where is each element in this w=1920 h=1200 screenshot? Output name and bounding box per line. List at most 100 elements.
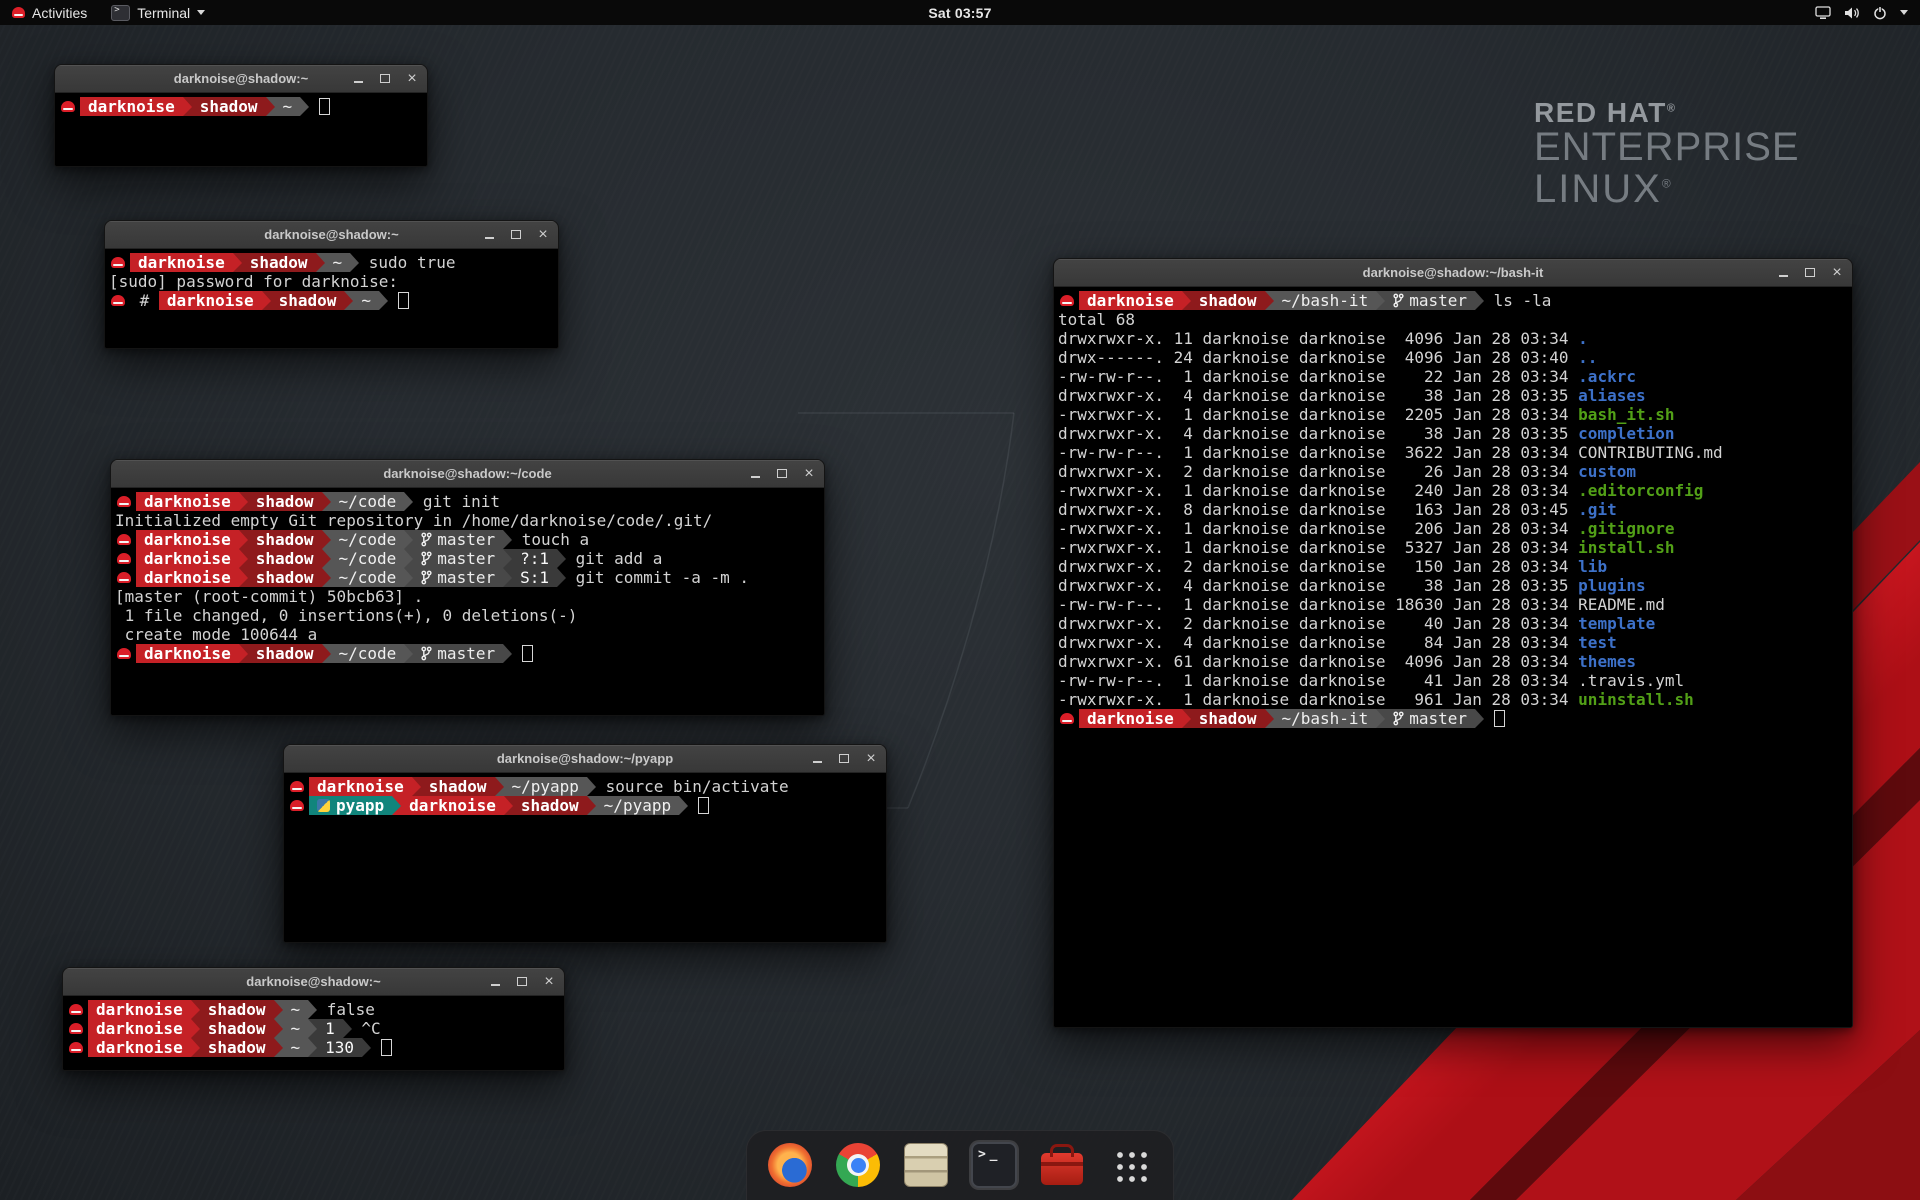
close-button[interactable]: × xyxy=(537,221,549,248)
minimize-button[interactable] xyxy=(489,968,501,995)
rhel-logo-line2: ENTERPRISE xyxy=(1534,127,1800,169)
dock-terminal[interactable] xyxy=(969,1140,1019,1190)
terminal-line: drwxrwxr-x. 4 darknoise darknoise 38 Jan… xyxy=(1058,424,1848,443)
close-button[interactable]: × xyxy=(865,745,877,772)
minimize-button[interactable] xyxy=(749,460,761,487)
terminal-cursor xyxy=(698,797,709,814)
redhat-icon xyxy=(61,101,75,112)
minimize-button[interactable] xyxy=(1777,259,1789,286)
window-titlebar[interactable]: darknoise@shadow:~/bash-it × xyxy=(1054,259,1852,287)
prompt-segment: shadow xyxy=(248,530,322,549)
minimize-button[interactable] xyxy=(483,221,495,248)
close-button[interactable]: × xyxy=(543,968,555,995)
minimize-glyph xyxy=(491,984,500,986)
clock[interactable]: Sat 03:57 xyxy=(928,5,991,21)
git-branch-icon xyxy=(1393,711,1404,726)
volume-icon[interactable] xyxy=(1844,6,1860,20)
prompt-segment: shadow xyxy=(248,549,322,568)
system-status-area[interactable] xyxy=(1815,0,1920,25)
terminal-text: .ackrc xyxy=(1578,367,1636,386)
terminal-text: drwxrwxr-x. 4 darknoise darknoise 38 Jan… xyxy=(1058,424,1578,443)
chevron-down-icon xyxy=(197,10,205,15)
powerline-arrow xyxy=(1475,709,1484,728)
prompt-segment: darknoise xyxy=(159,291,262,310)
prompt-segment: ~/code xyxy=(331,530,405,549)
terminal-line: darknoiseshadow~/bash-itmaster ls -la xyxy=(1058,291,1848,310)
maximize-button[interactable] xyxy=(379,65,391,92)
rhel-logo-line1: RED HAT® xyxy=(1534,98,1800,127)
window-controls: × xyxy=(811,745,877,772)
dock-files[interactable] xyxy=(901,1140,951,1190)
close-button[interactable]: × xyxy=(1831,259,1843,286)
maximize-button[interactable] xyxy=(510,221,522,248)
prompt-segment: darknoise xyxy=(1079,291,1182,310)
terminal-cursor xyxy=(319,98,330,115)
window-titlebar[interactable]: darknoise@shadow:~/code × xyxy=(111,460,824,488)
powerline-arrow xyxy=(308,1019,317,1038)
terminal-text: sudo true xyxy=(359,253,455,272)
activities-button[interactable]: Activities xyxy=(0,0,99,25)
app-grid-icon xyxy=(1113,1148,1147,1182)
minimize-button[interactable] xyxy=(811,745,823,772)
powerline-arrow xyxy=(183,97,192,116)
terminal-line: -rwxrwxr-x. 1 darknoise darknoise 240 Ja… xyxy=(1058,481,1848,500)
powerline-arrow xyxy=(266,97,275,116)
prompt-segment: ~/code xyxy=(331,492,405,511)
terminal-body[interactable]: darknoiseshadow~ sudo true[sudo] passwor… xyxy=(105,249,558,348)
git-branch-icon xyxy=(421,570,432,585)
close-button[interactable]: × xyxy=(406,65,418,92)
powerline-arrow xyxy=(503,549,512,568)
maximize-button[interactable] xyxy=(838,745,850,772)
powerline-arrow xyxy=(239,549,248,568)
prompt-segment: darknoise xyxy=(309,777,412,796)
chevron-down-icon[interactable] xyxy=(1900,10,1908,15)
terminal-text xyxy=(388,291,398,310)
close-button[interactable]: × xyxy=(803,460,815,487)
terminal-text: git add a xyxy=(566,549,662,568)
maximize-button[interactable] xyxy=(516,968,528,995)
chrome-icon xyxy=(836,1143,880,1187)
dock-app-grid[interactable] xyxy=(1105,1140,1155,1190)
window-titlebar[interactable]: darknoise@shadow:~ × xyxy=(55,65,427,93)
window-controls: × xyxy=(483,221,549,248)
app-menu-terminal[interactable]: Terminal xyxy=(99,0,217,25)
dock-firefox[interactable] xyxy=(765,1140,815,1190)
prompt-segment: darknoise xyxy=(1079,709,1182,728)
terminal-text: drwxrwxr-x. 4 darknoise darknoise 38 Jan… xyxy=(1058,576,1578,595)
power-icon[interactable] xyxy=(1873,6,1887,20)
dock-software[interactable] xyxy=(1037,1140,1087,1190)
maximize-button[interactable] xyxy=(776,460,788,487)
terminal-text: -rwxrwxr-x. 1 darknoise darknoise 2205 J… xyxy=(1058,405,1578,424)
window-title: darknoise@shadow:~/code xyxy=(383,466,551,481)
terminal-line: drwxrwxr-x. 4 darknoise darknoise 84 Jan… xyxy=(1058,633,1848,652)
powerline-arrow xyxy=(316,253,325,272)
display-icon[interactable] xyxy=(1815,6,1831,20)
terminal-body[interactable]: darknoiseshadow~/bash-itmaster ls -latot… xyxy=(1054,287,1852,1027)
minimize-button[interactable] xyxy=(352,65,364,92)
terminal-body[interactable]: darknoiseshadow~ falsedarknoiseshadow~1 … xyxy=(63,996,564,1070)
powerline-arrow xyxy=(587,777,596,796)
prompt-segment: darknoise xyxy=(136,644,239,663)
terminal-text: aliases xyxy=(1578,386,1645,405)
powerline-arrow xyxy=(322,530,331,549)
terminal-body[interactable]: darknoiseshadow~/pyapp source bin/activa… xyxy=(284,773,886,942)
prompt-segment: shadow xyxy=(1191,291,1265,310)
dock-chrome[interactable] xyxy=(833,1140,883,1190)
maximize-button[interactable] xyxy=(1804,259,1816,286)
terminal-line: drwxrwxr-x. 4 darknoise darknoise 38 Jan… xyxy=(1058,386,1848,405)
terminal-cursor xyxy=(522,645,533,662)
terminal-line: darknoiseshadow~/code git init xyxy=(115,492,820,511)
window-controls: × xyxy=(749,460,815,487)
prompt-segment: darknoise xyxy=(136,549,239,568)
terminal-text: -rw-rw-r--. 1 darknoise darknoise 41 Jan… xyxy=(1058,671,1684,690)
window-titlebar[interactable]: darknoise@shadow:~ × xyxy=(63,968,564,996)
window-titlebar[interactable]: darknoise@shadow:~/pyapp × xyxy=(284,745,886,773)
terminal-body[interactable]: darknoiseshadow~ xyxy=(55,93,427,166)
powerline-arrow xyxy=(1376,291,1385,310)
powerline-arrow xyxy=(504,796,513,815)
terminal-body[interactable]: darknoiseshadow~/code git initInitialize… xyxy=(111,488,824,715)
powerline-arrow xyxy=(239,644,248,663)
terminal-text: total 68 xyxy=(1058,310,1135,329)
window-titlebar[interactable]: darknoise@shadow:~ × xyxy=(105,221,558,249)
redhat-icon xyxy=(290,800,304,811)
